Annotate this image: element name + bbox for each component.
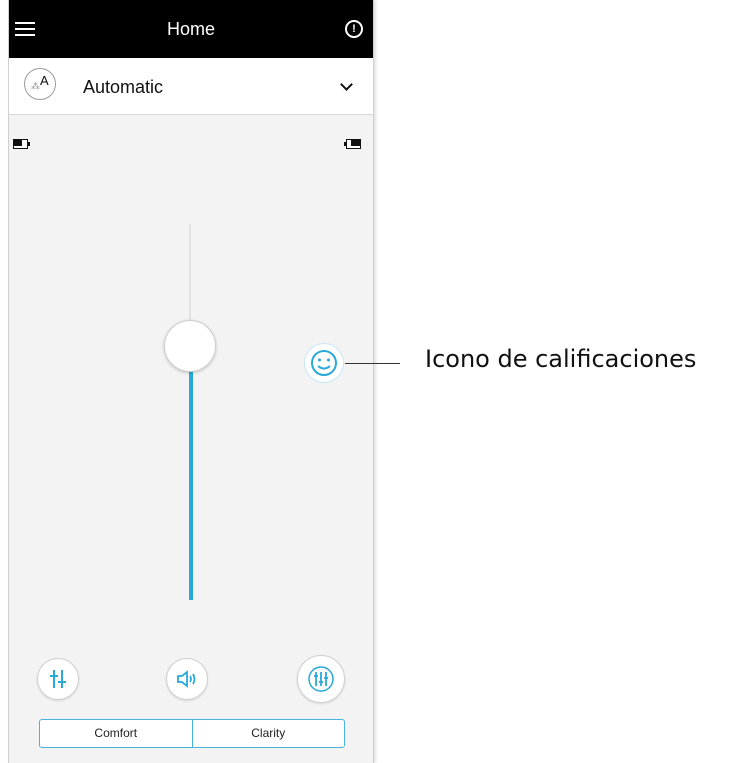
- mode-clarity-button[interactable]: Clarity: [191, 720, 345, 747]
- automatic-program-icon: ⁂ A: [24, 68, 56, 100]
- program-icon-letter: A: [40, 73, 49, 88]
- page-title: Home: [166, 19, 215, 39]
- tuning-button[interactable]: [297, 655, 345, 703]
- smiley-face-icon: [311, 350, 337, 376]
- speaker-icon: [177, 670, 196, 688]
- volume-button[interactable]: [166, 658, 208, 700]
- top-bar: Home !: [9, 0, 373, 58]
- equalizer-button[interactable]: [37, 658, 79, 700]
- sliders-icon: [308, 666, 334, 692]
- equalizer-icon: [50, 670, 66, 688]
- program-name: Automatic: [83, 77, 164, 97]
- right-battery-icon: [343, 139, 361, 149]
- alert-circle-icon[interactable]: !: [345, 20, 363, 38]
- left-battery-icon: [13, 139, 31, 149]
- volume-slider-fill: [189, 348, 193, 600]
- sound-mode-toggle: Comfort Clarity: [39, 719, 345, 748]
- phone-screen: Home ! ⁂ A Automatic Comfort Clarity: [8, 0, 374, 763]
- callout-line: [345, 363, 400, 364]
- mode-comfort-button[interactable]: Comfort: [40, 720, 192, 747]
- chevron-down-icon[interactable]: [340, 78, 353, 91]
- volume-slider-thumb[interactable]: [164, 320, 216, 372]
- rating-button[interactable]: [304, 343, 344, 383]
- callout-label: Icono de calificaciones: [425, 345, 697, 373]
- program-selector[interactable]: ⁂ A Automatic: [9, 58, 373, 115]
